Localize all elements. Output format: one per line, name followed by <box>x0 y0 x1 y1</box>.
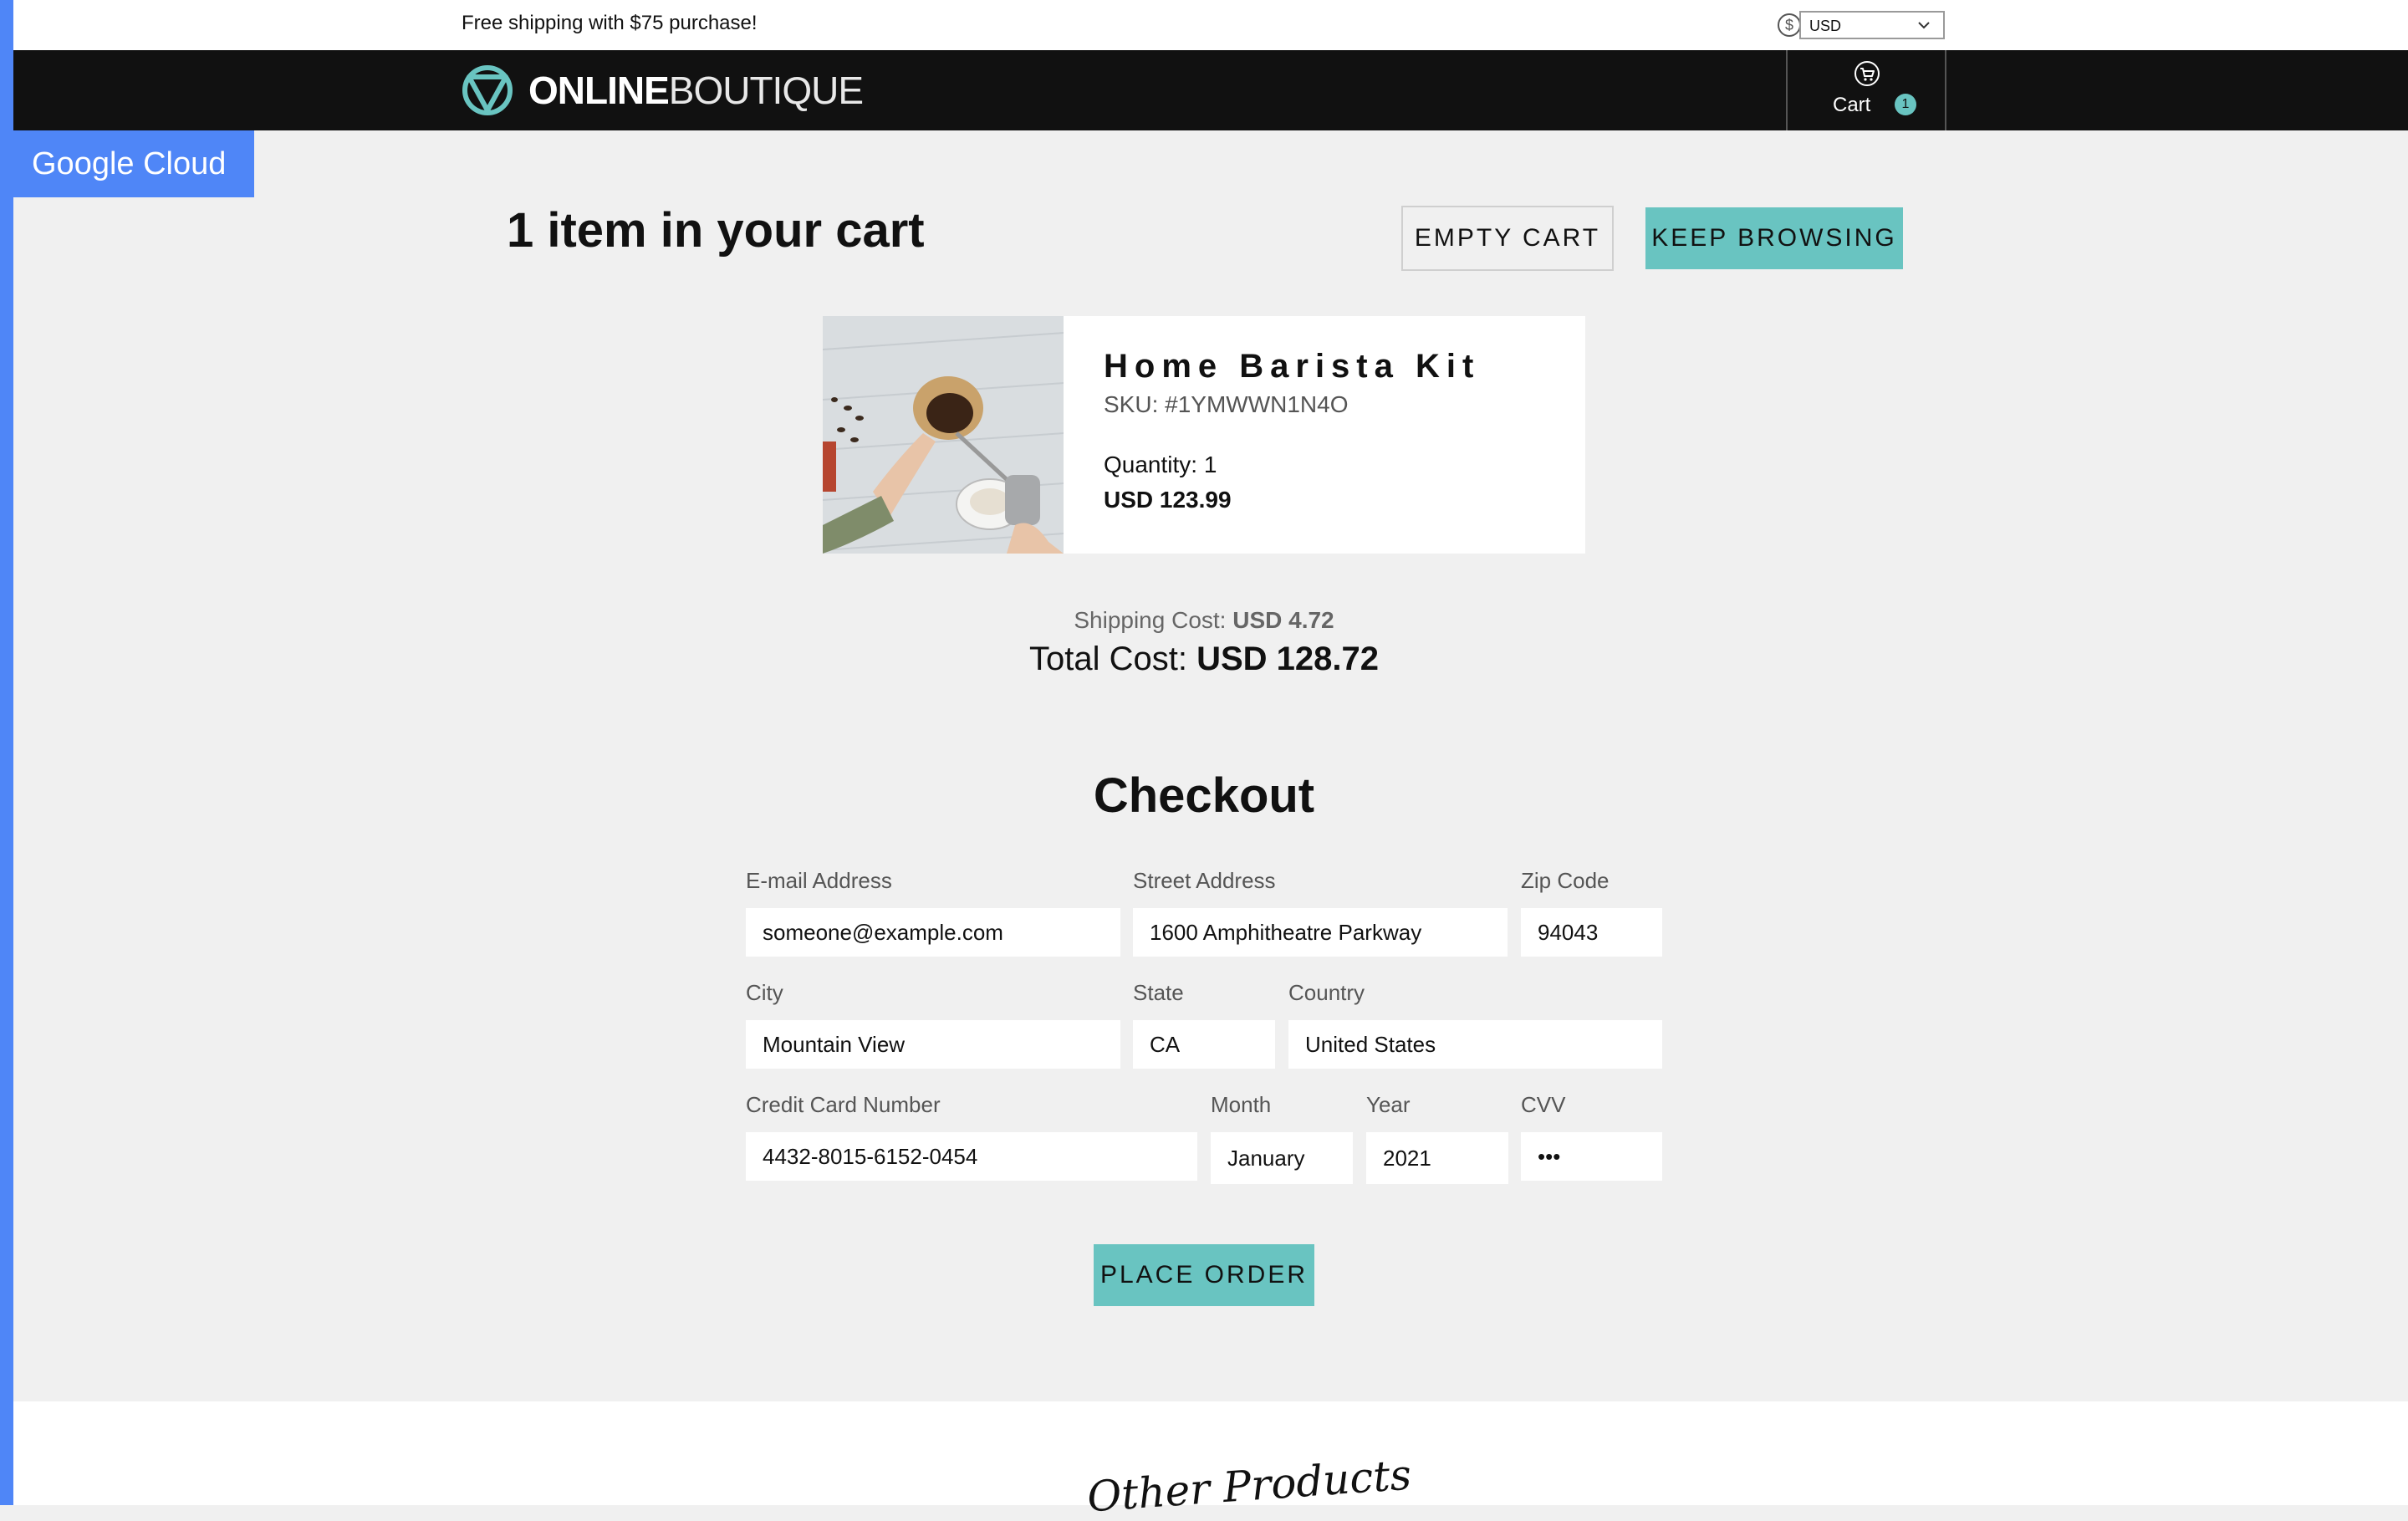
state-label: State <box>1133 980 1184 1005</box>
year-select[interactable]: 2021 <box>1366 1132 1508 1184</box>
product-price: USD 123.99 <box>1104 487 1232 513</box>
checkout-title: Checkout <box>1093 768 1315 823</box>
zip-code-field[interactable] <box>1521 908 1662 957</box>
country-label: Country <box>1288 980 1365 1005</box>
cvv-label: CVV <box>1521 1092 1566 1117</box>
product-quantity: Quantity: 1 <box>1104 452 1217 477</box>
place-order-button[interactable]: PLACE ORDER <box>1094 1244 1314 1306</box>
street-address-label: Street Address <box>1133 868 1276 893</box>
google-cloud-tag: Google Cloud <box>13 130 254 197</box>
cart-link[interactable]: Cart 1 <box>1786 50 1946 130</box>
site-header: ONLINEBOUTIQUE Cart 1 <box>13 50 2408 130</box>
year-label: Year <box>1366 1092 1411 1117</box>
free-shipping-text: Free shipping with $75 purchase! <box>462 12 758 34</box>
zip-code-label: Zip Code <box>1521 868 1610 893</box>
shipping-cost-value: USD 4.72 <box>1232 607 1334 633</box>
email-field[interactable] <box>746 908 1120 957</box>
shipping-cost-label: Shipping Cost: <box>1074 607 1233 633</box>
logo-text-light: BOUTIQUE <box>668 69 864 112</box>
chevron-down-icon <box>1918 22 1930 29</box>
keep-browsing-button[interactable]: KEEP BROWSING <box>1645 207 1903 269</box>
credit-card-field[interactable] <box>746 1132 1197 1181</box>
email-label: E-mail Address <box>746 868 892 893</box>
online-boutique-logo[interactable]: ONLINEBOUTIQUE <box>462 62 864 119</box>
credit-card-label: Credit Card Number <box>746 1092 941 1117</box>
logo-icon <box>462 65 513 115</box>
city-field[interactable] <box>746 1020 1120 1069</box>
left-accent-strip <box>0 0 13 1505</box>
currency-select[interactable]: USD <box>1799 11 1945 39</box>
shopping-cart-icon <box>1854 61 1880 86</box>
announcement-bar: Free shipping with $75 purchase! <box>13 0 2408 50</box>
empty-cart-button[interactable]: EMPTY CART <box>1401 206 1614 271</box>
total-cost-value: USD 128.72 <box>1196 641 1379 677</box>
currency-selected-value: USD <box>1809 18 1842 34</box>
cart-label: Cart <box>1833 94 1871 116</box>
total-cost-label: Total Cost: <box>1029 641 1197 677</box>
month-select[interactable]: January <box>1211 1132 1353 1184</box>
street-address-field[interactable] <box>1133 908 1508 957</box>
state-field[interactable] <box>1133 1020 1275 1069</box>
product-sku: SKU: #1YMWWN1N4O <box>1104 391 1349 417</box>
product-name[interactable]: Home Barista Kit <box>1104 348 1480 385</box>
shipping-cost: Shipping Cost: USD 4.72 <box>0 607 2408 634</box>
cart-title: 1 item in your cart <box>507 203 925 258</box>
cvv-field[interactable] <box>1521 1132 1662 1181</box>
cart-item: Home Barista Kit SKU: #1YMWWN1N4O Quanti… <box>823 316 1585 554</box>
cart-count-badge: 1 <box>1895 94 1916 115</box>
svg-text:$: $ <box>1785 17 1793 33</box>
month-label: Month <box>1211 1092 1272 1117</box>
total-cost: Total Cost: USD 128.72 <box>0 641 2408 678</box>
country-field[interactable] <box>1288 1020 1662 1069</box>
city-label: City <box>746 980 783 1005</box>
logo-text-bold: ONLINE <box>528 69 670 112</box>
product-image[interactable] <box>823 316 1064 554</box>
